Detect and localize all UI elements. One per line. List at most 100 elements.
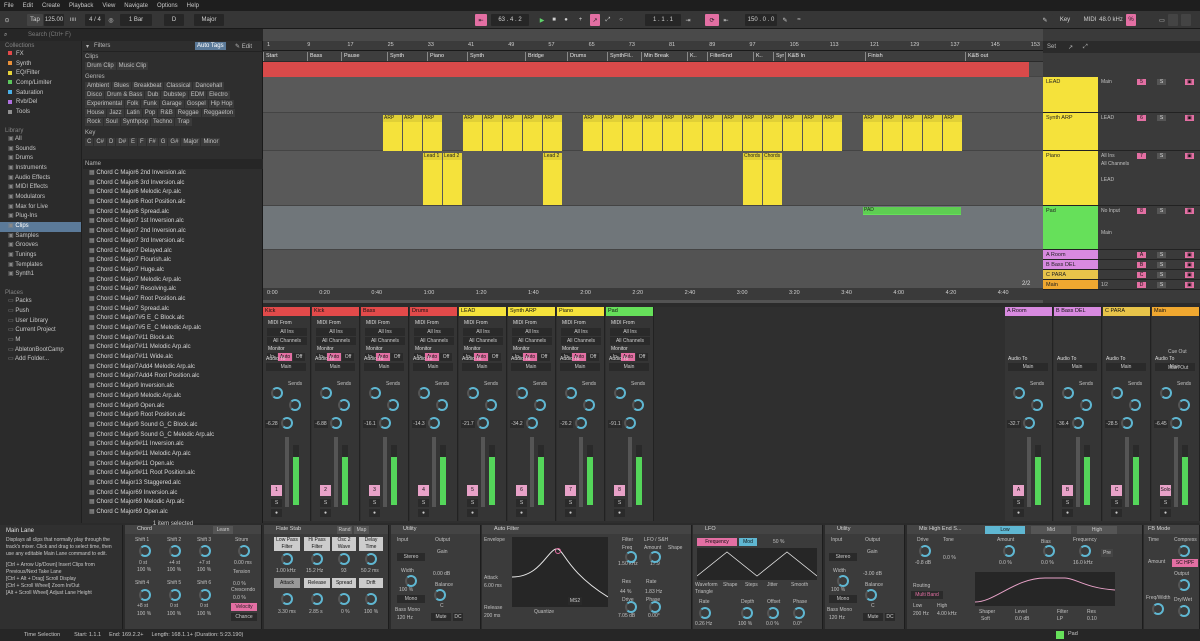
arm-toggle-icon[interactable]: ● <box>369 509 380 517</box>
tap-button[interactable]: Tap <box>27 14 43 26</box>
volume-field[interactable]: -32.7 <box>1007 420 1021 428</box>
track-activator[interactable]: 3 <box>369 485 380 496</box>
utility2-balance-knob[interactable] <box>865 589 877 601</box>
arm-toggle-icon[interactable]: ● <box>467 509 478 517</box>
track-io-label[interactable]: All Ins <box>1101 153 1115 159</box>
piano-lane[interactable] <box>263 151 1043 206</box>
track-activator-button[interactable]: 5 <box>1137 79 1146 85</box>
send-a-knob[interactable] <box>271 387 283 399</box>
file-item[interactable]: ▦ Chord C Major9#11 Melodic Arp.alc <box>83 450 263 460</box>
file-item[interactable]: ▦ Chord C Major6 Spread.alc <box>83 208 263 218</box>
key-select[interactable]: D <box>164 14 184 26</box>
arp-clip[interactable]: ARP <box>583 115 602 151</box>
send-b-knob[interactable] <box>338 399 350 411</box>
genre-tag[interactable]: Dancehall <box>193 82 225 90</box>
pre-button[interactable]: Pre <box>1101 549 1113 557</box>
low-pass-knob[interactable] <box>281 553 293 565</box>
arm-toggle-icon[interactable]: ● <box>1013 509 1024 517</box>
utility-stereo-select[interactable]: Stereo <box>397 553 425 561</box>
arm-toggle-icon[interactable]: ● <box>516 509 527 517</box>
key-tag[interactable]: G# <box>168 138 181 146</box>
genre-tag[interactable]: Folk <box>125 100 141 108</box>
frequency-knob[interactable] <box>1079 545 1091 557</box>
locator-marker[interactable]: Bass <box>307 52 340 61</box>
solo-toggle[interactable]: S <box>467 499 478 507</box>
arp-clip[interactable]: ARP <box>923 115 942 151</box>
track-io-label[interactable]: No Input <box>1101 208 1120 214</box>
dry-wet-knob[interactable] <box>1178 605 1190 617</box>
library-item[interactable]: ▣ Sounds <box>0 145 81 155</box>
track-header[interactable]: Piano 7 S ▣ All Ins All Channels LEAD <box>1043 151 1200 206</box>
solo-button[interactable]: S <box>1157 79 1166 85</box>
track-activator[interactable]: B <box>1062 485 1073 496</box>
file-item[interactable]: ▦ Chord C Major7 Huge.alc <box>83 266 263 276</box>
drive-knob[interactable] <box>625 601 637 613</box>
collection-item[interactable]: EQ/Filter <box>0 69 81 79</box>
file-item[interactable]: ▦ Chord C Major7 1st Inversion.alc <box>83 217 263 227</box>
track-io-label[interactable]: LEAD <box>1101 115 1114 121</box>
name-column-header[interactable]: Name <box>83 159 263 169</box>
monitor-off-button[interactable]: Off <box>587 353 599 361</box>
library-item[interactable]: ▣ Plug-Ins <box>0 212 81 222</box>
rand-button[interactable]: Rand <box>337 526 352 534</box>
loop-length-field[interactable]: 150 . 0 . 0 <box>745 14 777 26</box>
arm-toggle-icon[interactable]: ● <box>418 509 429 517</box>
pre-post-button[interactable]: ▣ <box>1185 262 1194 268</box>
genre-tag[interactable]: Blues <box>112 82 132 90</box>
file-item[interactable]: ▦ Chord C Major69 Open.alc <box>83 508 263 518</box>
track-io2-label[interactable]: All Channels <box>1101 161 1129 167</box>
input-type-select[interactable]: All Ins <box>512 328 552 336</box>
midi-map-button[interactable]: MIDI <box>1083 14 1097 26</box>
file-item[interactable]: ▦ Chord C Major7 Root Position.alc <box>83 295 263 305</box>
chance-button[interactable]: Chance <box>231 613 257 621</box>
send-b-knob[interactable] <box>289 399 301 411</box>
file-item[interactable]: ▦ Chord C Major9 Inversion.alc <box>83 382 263 392</box>
volume-fader[interactable] <box>334 437 338 507</box>
hi-pass-knob[interactable] <box>311 553 323 565</box>
release-knob[interactable] <box>311 593 323 605</box>
metronome-icon[interactable]: ◎ <box>107 14 115 26</box>
locator-marker[interactable]: K.. <box>687 52 706 61</box>
input-type-select[interactable]: All Ins <box>365 328 405 336</box>
solo-toggle[interactable]: S <box>1062 499 1073 507</box>
arp-clip[interactable]: ARP <box>863 115 882 151</box>
lfo-phase-knob[interactable] <box>793 607 805 619</box>
key-tag[interactable]: D# <box>116 138 129 146</box>
freq-width-knob[interactable] <box>1152 603 1164 615</box>
strip-title[interactable]: Kick <box>312 307 359 316</box>
file-item[interactable]: ▦ Chord C Major7#11 Block.alc <box>83 334 263 344</box>
attack-macro[interactable]: Attack <box>274 578 300 588</box>
places-item[interactable]: ▭ M <box>0 336 81 346</box>
strip-title[interactable]: A Room <box>1005 307 1052 316</box>
collection-item[interactable]: FX <box>0 50 81 60</box>
track-name[interactable]: B Bass DEL <box>1043 260 1098 269</box>
volume-fader[interactable] <box>530 437 534 507</box>
arm-toggle-icon[interactable]: ● <box>1160 509 1171 517</box>
file-item[interactable]: ▦ Chord C Major9 Sound G_C Melodic Arp.a… <box>83 431 263 441</box>
locator-marker[interactable]: Piano <box>427 52 466 61</box>
key-tag[interactable]: Minor <box>201 138 221 146</box>
genre-tag[interactable]: Electro <box>207 91 230 99</box>
arrow-icon[interactable]: ↗ <box>1068 44 1073 51</box>
file-item[interactable]: ▦ Chord C Major7 3rd Inversion.alc <box>83 237 263 247</box>
volume-field[interactable]: -6.45 <box>1154 420 1168 428</box>
filters-chevron-icon[interactable]: ▾ <box>86 43 89 50</box>
computer-keyboard-icon[interactable]: ▭ <box>1158 14 1166 26</box>
track-activator[interactable]: 1 <box>271 485 282 496</box>
pre-post-button[interactable]: ▣ <box>1185 252 1194 258</box>
file-item[interactable]: ▦ Chord C Major7 Delayed.alc <box>83 247 263 257</box>
arp-clip[interactable]: ARP <box>383 115 402 151</box>
send-a-knob[interactable] <box>614 387 626 399</box>
send-a-knob[interactable] <box>1013 387 1025 399</box>
menu-playback[interactable]: Playback <box>69 3 93 9</box>
output-select[interactable]: Main <box>1106 363 1146 371</box>
multi-band-select[interactable]: Multi Band <box>911 591 943 599</box>
strip-title[interactable]: Kick <box>263 307 310 316</box>
pre-post-button[interactable]: ▣ <box>1185 115 1194 121</box>
send-a-knob[interactable] <box>565 387 577 399</box>
file-item[interactable]: ▦ Chord C Major9#11 Inversion.alc <box>83 440 263 450</box>
monitor-off-button[interactable]: Off <box>440 353 452 361</box>
genre-tag[interactable]: Garage <box>159 100 184 108</box>
pan-knob[interactable] <box>281 417 293 429</box>
library-item[interactable]: ▣ Clips <box>0 222 81 232</box>
